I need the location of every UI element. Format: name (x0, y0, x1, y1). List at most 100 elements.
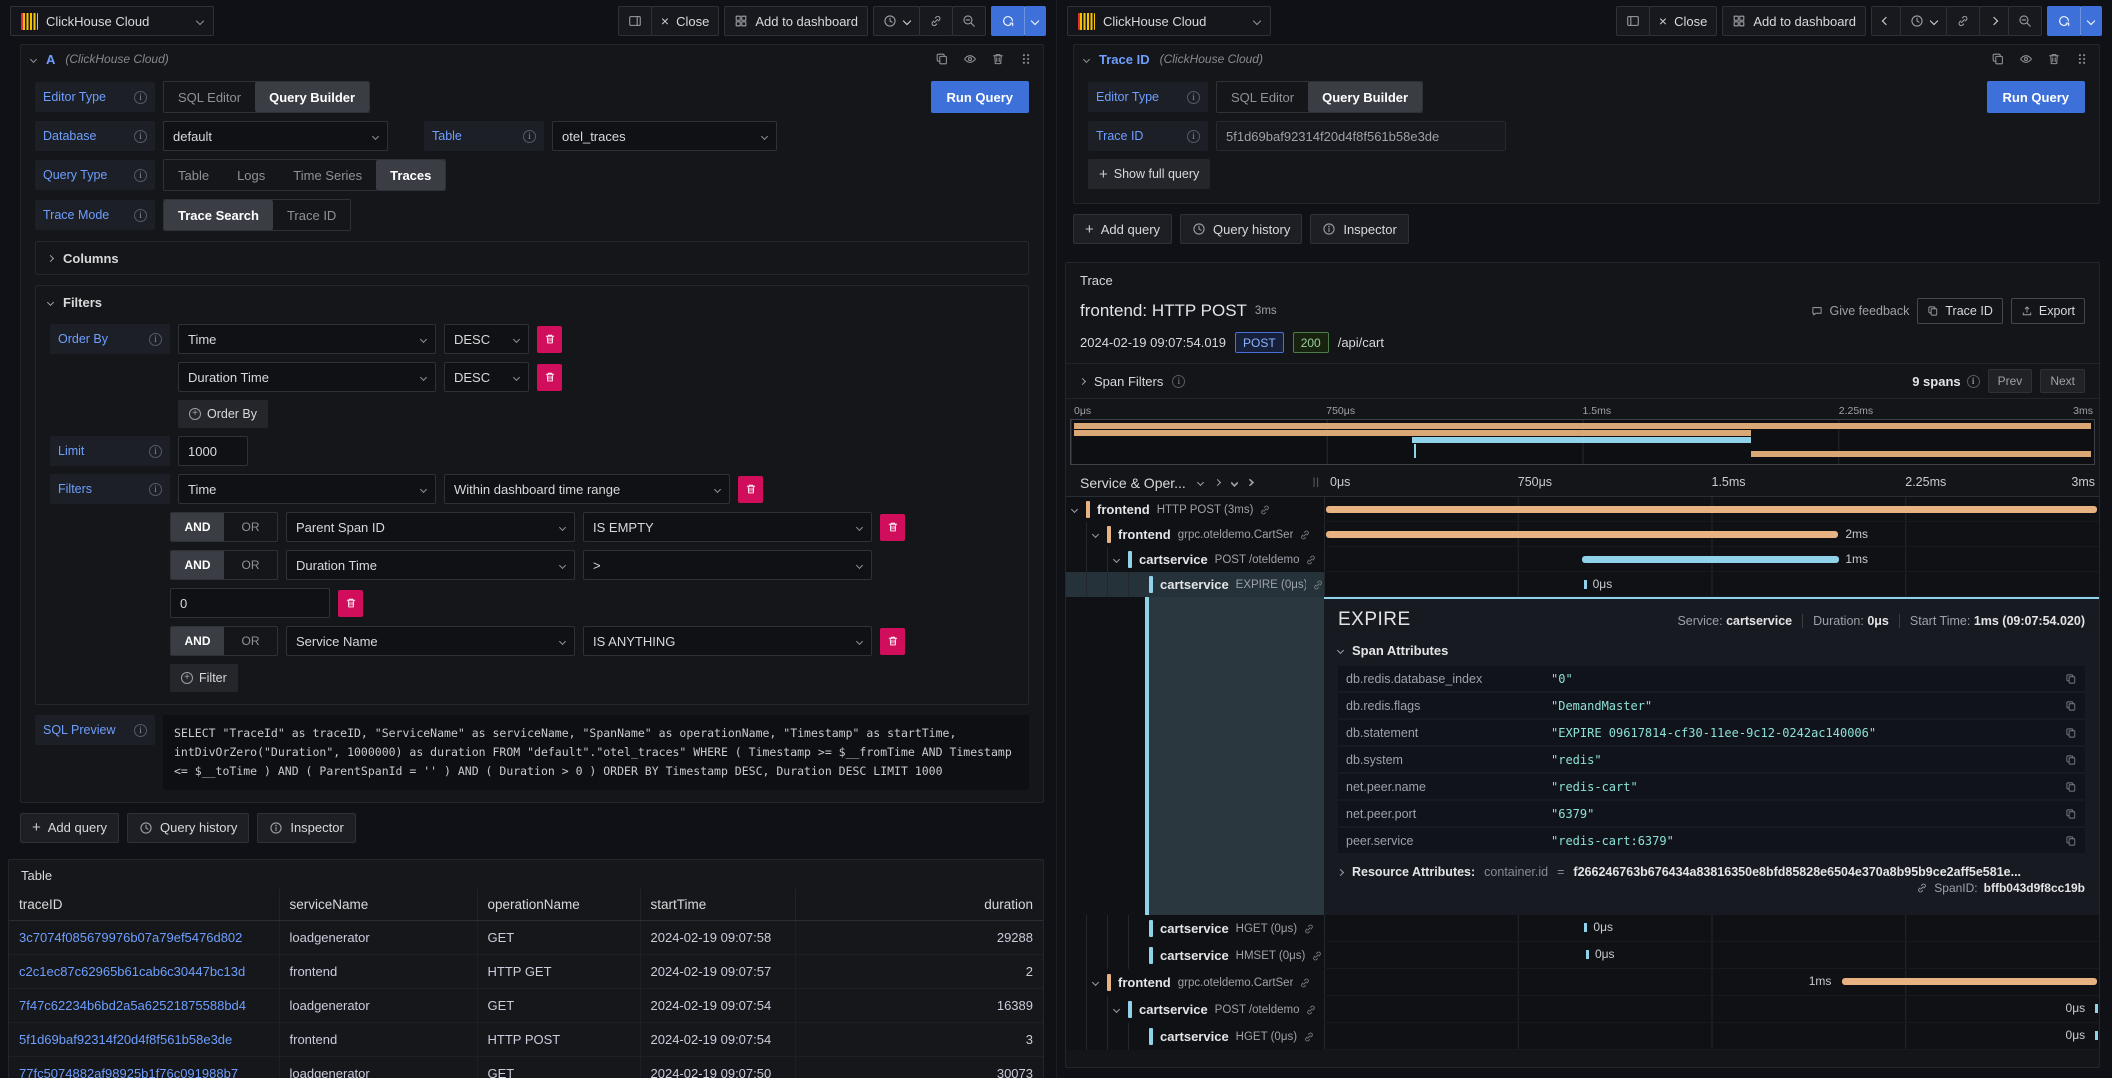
trace-mode-search[interactable]: Trace Search (164, 200, 273, 230)
add-to-dashboard-button[interactable]: Add to dashboard (724, 6, 868, 36)
run-refresh-button[interactable] (2047, 6, 2081, 36)
filter-field-select[interactable]: Parent Span ID (286, 512, 575, 542)
span-filters-toggle[interactable]: Span Filters (1080, 374, 1185, 389)
remove-order-by-button[interactable] (537, 364, 562, 391)
add-order-by-button[interactable]: +Order By (178, 400, 268, 428)
span-attributes-toggle[interactable]: Span Attributes (1338, 643, 2085, 658)
next-span-button[interactable]: Next (2040, 369, 2085, 393)
sql-editor-option[interactable]: SQL Editor (1217, 82, 1308, 112)
span-row[interactable]: frontend grpc.oteldemo.CartSer 1ms (1066, 969, 2099, 996)
col-header-duration[interactable]: duration (795, 889, 1043, 921)
refresh-interval-dropdown[interactable] (2080, 6, 2102, 36)
span-link-icon[interactable] (1305, 554, 1317, 566)
move-pane-right-button[interactable] (618, 6, 652, 36)
zoom-out-button[interactable] (952, 6, 986, 36)
columns-section-toggle[interactable]: Columns (36, 242, 1028, 274)
chevron-right-icon[interactable] (1215, 480, 1220, 485)
toggle-visibility-icon[interactable] (2019, 52, 2033, 66)
col-header-operationname[interactable]: operationName (477, 889, 640, 921)
or-option[interactable]: OR (224, 627, 277, 655)
span-tick[interactable] (2095, 1031, 2098, 1040)
chevron-down-icon[interactable] (1198, 480, 1203, 485)
give-feedback-link[interactable]: Give feedback (1811, 304, 1909, 318)
span-row[interactable]: frontend grpc.oteldemo.CartSer 2ms (1066, 522, 2099, 547)
zoom-out-button[interactable] (2008, 6, 2042, 36)
time-shift-forward-button[interactable] (1979, 6, 2009, 36)
show-full-query-button[interactable]: +Show full query (1088, 159, 1210, 189)
span-link-icon[interactable] (1305, 1004, 1317, 1016)
delete-query-icon[interactable] (991, 52, 1005, 66)
time-shift-back-button[interactable] (1871, 6, 1901, 36)
span-link-icon[interactable] (1299, 977, 1311, 989)
span-duration-bar[interactable] (1842, 978, 2097, 985)
trace-mode-id[interactable]: Trace ID (273, 200, 350, 230)
filter-operator-select[interactable]: IS ANYTHING (583, 626, 872, 656)
filter-operator-select[interactable]: IS EMPTY (583, 512, 872, 542)
or-option[interactable]: OR (224, 513, 277, 541)
move-pane-left-button[interactable] (1616, 6, 1650, 36)
query-header[interactable]: Trace ID (ClickHouse Cloud) (1074, 45, 2099, 73)
trace-minimap[interactable]: 0μs 750μs 1.5ms 2.25ms 3ms (1066, 399, 2099, 469)
share-link-button[interactable] (919, 6, 953, 36)
and-option[interactable]: AND (171, 551, 224, 579)
col-header-starttime[interactable]: startTime (640, 889, 795, 921)
service-operation-header[interactable]: Service & Oper... (1080, 475, 1186, 491)
span-row[interactable]: cartservice HGET (0μs) 0μs (1066, 915, 2099, 942)
filter-value-input[interactable] (170, 588, 330, 618)
span-link-icon[interactable] (1303, 923, 1315, 935)
query-type-timeseries[interactable]: Time Series (279, 160, 376, 190)
table-select[interactable]: otel_traces (552, 121, 777, 151)
span-tick[interactable] (1584, 923, 1587, 932)
copy-icon[interactable] (2065, 700, 2077, 712)
span-tick[interactable] (1586, 950, 1589, 959)
filter-operator-select[interactable]: Within dashboard time range (444, 474, 730, 504)
remove-order-by-button[interactable] (537, 326, 562, 353)
column-resize-handle[interactable]: || (1313, 477, 1320, 488)
span-duration-bar[interactable] (1326, 506, 2096, 513)
inspector-button[interactable]: Inspector (1310, 214, 1408, 244)
database-select[interactable]: default (163, 121, 388, 151)
chevron-down-icon[interactable] (1092, 979, 1099, 986)
share-link-button[interactable] (1946, 6, 1980, 36)
span-link-icon[interactable] (1259, 504, 1271, 516)
trace-id-link[interactable]: c2c1ec87c62965b61cab6c30447bc13d (9, 954, 279, 988)
query-header[interactable]: A (ClickHouse Cloud) (21, 45, 1043, 73)
span-link-icon[interactable] (1299, 529, 1311, 541)
filter-operator-select[interactable]: > (583, 550, 872, 580)
time-picker-button[interactable] (873, 6, 920, 36)
and-option[interactable]: AND (171, 513, 224, 541)
duplicate-query-icon[interactable] (935, 52, 949, 66)
add-query-button[interactable]: +Add query (20, 813, 119, 843)
remove-filter-button[interactable] (738, 476, 763, 503)
order-by-field-select[interactable]: Duration Time (178, 362, 436, 392)
span-row[interactable]: frontend HTTP POST (3ms) (1066, 497, 2099, 522)
datasource-picker[interactable]: ClickHouse Cloud (10, 6, 214, 36)
duplicate-query-icon[interactable] (1991, 52, 2005, 66)
copy-icon[interactable] (2065, 727, 2077, 739)
col-header-traceid[interactable]: traceID (9, 889, 279, 921)
trace-id-link[interactable]: 5f1d69baf92314f20d4f8f561b58e3de (9, 1022, 279, 1056)
expand-all-icon[interactable] (1232, 477, 1237, 489)
remove-filter-button[interactable] (338, 590, 363, 617)
and-option[interactable]: AND (171, 627, 224, 655)
chevron-down-icon[interactable] (1092, 531, 1099, 538)
copy-icon[interactable] (2065, 754, 2077, 766)
copy-icon[interactable] (2065, 781, 2077, 793)
order-by-direction-select[interactable]: DESC (444, 324, 529, 354)
query-builder-option[interactable]: Query Builder (255, 82, 369, 112)
close-pane-button[interactable]: ×Close (1649, 6, 1717, 36)
run-refresh-button[interactable] (991, 6, 1025, 36)
limit-input[interactable] (178, 436, 248, 466)
copy-icon[interactable] (2065, 673, 2077, 685)
span-row[interactable]: cartservice POST /oteldemo 0μs (1066, 996, 2099, 1023)
minimap-viewport[interactable] (1070, 419, 2095, 465)
close-pane-button[interactable]: ×Close (651, 6, 719, 36)
add-filter-button[interactable]: +Filter (170, 664, 238, 692)
filter-field-select[interactable]: Duration Time (286, 550, 575, 580)
sql-editor-option[interactable]: SQL Editor (164, 82, 255, 112)
span-tick[interactable] (1584, 580, 1587, 589)
span-link-icon[interactable] (1303, 1031, 1315, 1043)
trace-id-input[interactable] (1216, 121, 1506, 151)
copy-icon[interactable] (2065, 808, 2077, 820)
drag-handle-icon[interactable] (1019, 52, 1033, 66)
